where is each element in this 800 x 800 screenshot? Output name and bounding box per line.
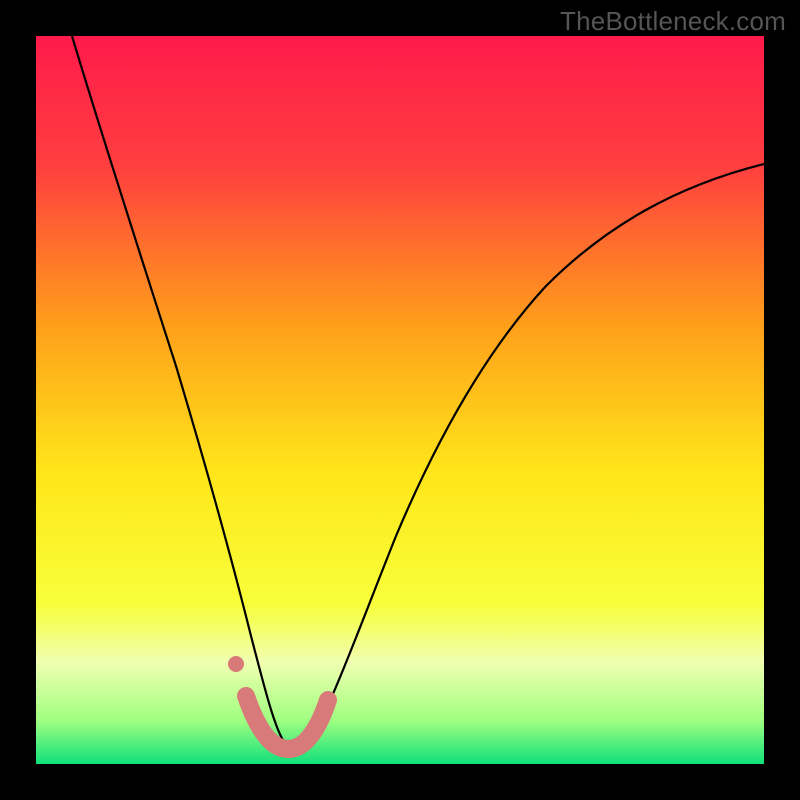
highlight-extra-dot (228, 656, 244, 672)
chart-svg (36, 36, 764, 764)
watermark-label: TheBottleneck.com (560, 6, 786, 37)
plot-area (36, 36, 764, 764)
chart-frame: TheBottleneck.com (0, 0, 800, 800)
gradient-background (36, 36, 764, 764)
